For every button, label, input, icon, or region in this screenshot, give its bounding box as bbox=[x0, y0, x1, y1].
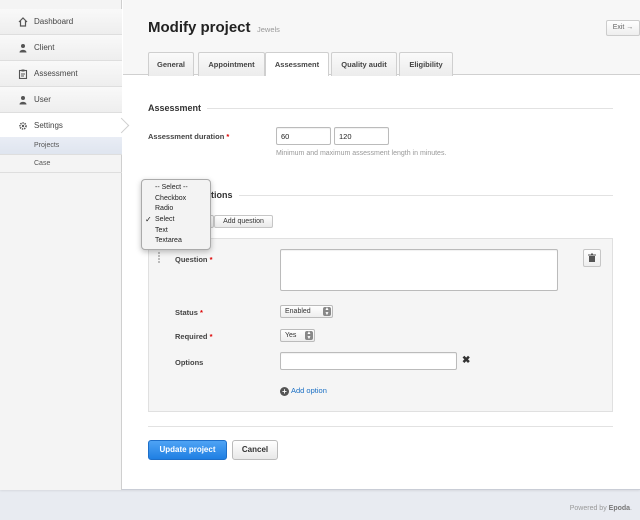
question-label: Question * bbox=[175, 255, 213, 264]
cancel-button[interactable]: Cancel bbox=[232, 440, 278, 460]
exit-button[interactable]: Exit → bbox=[606, 20, 640, 36]
required-marker: * bbox=[226, 132, 230, 141]
sidebar-item-user[interactable]: User bbox=[0, 87, 122, 113]
page-header: Modify project Jewels Exit → General App… bbox=[123, 0, 640, 76]
drag-handle-icon[interactable] bbox=[158, 252, 163, 266]
required-label: Required * bbox=[175, 332, 213, 341]
tab-appointment[interactable]: Appointment bbox=[198, 52, 265, 76]
sidebar-item-label: Client bbox=[34, 43, 55, 52]
required-select-value: Yes bbox=[285, 332, 297, 339]
sidebar-item-label: Dashboard bbox=[34, 17, 74, 26]
tab-general[interactable]: General bbox=[148, 52, 194, 76]
section-divider bbox=[148, 108, 613, 109]
duration-max-input[interactable]: 120 bbox=[334, 127, 389, 145]
page-title: Modify project bbox=[148, 19, 251, 36]
remove-option-icon[interactable]: ✖ bbox=[462, 355, 470, 366]
trash-icon bbox=[588, 253, 596, 262]
sidebar-item-dashboard[interactable]: Dashboard bbox=[0, 9, 122, 35]
required-marker: * bbox=[209, 332, 213, 341]
sidebar-item-label: Assessment bbox=[34, 69, 78, 78]
sidebar-subitem-case[interactable]: Case bbox=[0, 155, 122, 173]
dropdown-option[interactable]: Textarea bbox=[142, 236, 210, 247]
dropdown-option[interactable]: Text bbox=[142, 226, 210, 237]
option-input[interactable] bbox=[280, 352, 457, 370]
tab-assessment[interactable]: Assessment bbox=[265, 52, 329, 76]
section-title-questions: tions bbox=[211, 190, 239, 200]
update-project-button[interactable]: Update project bbox=[148, 440, 227, 460]
status-label: Status * bbox=[175, 308, 203, 317]
plus-icon: + bbox=[280, 387, 289, 396]
dropdown-option[interactable]: Radio bbox=[142, 204, 210, 215]
delete-question-button[interactable] bbox=[583, 249, 601, 267]
gear-icon bbox=[19, 122, 27, 130]
tab-quality-audit[interactable]: Quality audit bbox=[331, 52, 397, 76]
duration-min-input[interactable]: 60 bbox=[276, 127, 331, 145]
dropdown-option[interactable]: Checkbox bbox=[142, 194, 210, 205]
required-select[interactable]: Yes ▲ ▼ bbox=[280, 329, 315, 342]
user-icon bbox=[19, 96, 27, 105]
sidebar: Dashboard Client Assessment User Setting… bbox=[0, 0, 122, 490]
status-select-value: Enabled bbox=[285, 308, 311, 315]
footer-credit: Powered by Epoda. bbox=[569, 505, 632, 512]
sidebar-subitem-label: Case bbox=[34, 160, 51, 167]
select-arrows-icon: ▲ ▼ bbox=[305, 330, 313, 341]
required-marker: * bbox=[209, 255, 213, 264]
app-frame: Dashboard Client Assessment User Setting… bbox=[0, 0, 640, 490]
sidebar-item-label: User bbox=[34, 95, 51, 104]
assessment-duration-label: Assessment duration * bbox=[148, 132, 230, 141]
add-question-button[interactable]: Add question bbox=[214, 215, 273, 228]
footer-brand[interactable]: Epoda bbox=[609, 505, 630, 512]
question-textarea[interactable] bbox=[280, 249, 558, 291]
dropdown-option[interactable]: -- Select -- bbox=[142, 183, 210, 194]
add-option-link[interactable]: + Add option bbox=[280, 386, 327, 396]
sidebar-item-assessment[interactable]: Assessment bbox=[0, 61, 122, 87]
tab-eligibility[interactable]: Eligibility bbox=[399, 52, 453, 76]
home-icon bbox=[18, 17, 28, 27]
sidebar-subitem-projects[interactable]: Projects bbox=[0, 137, 122, 155]
question-type-dropdown: -- Select -- Checkbox Radio ✓ Select Text… bbox=[141, 179, 211, 250]
add-option-label: Add option bbox=[291, 386, 327, 395]
checkmark-icon: ✓ bbox=[145, 215, 152, 225]
duration-hint: Minimum and maximum assessment length in… bbox=[276, 150, 447, 157]
sidebar-item-client[interactable]: Client bbox=[0, 35, 122, 61]
sidebar-item-settings[interactable]: Settings bbox=[0, 113, 122, 139]
user-icon bbox=[19, 44, 27, 53]
clipboard-icon bbox=[18, 69, 28, 79]
dropdown-option-selected[interactable]: ✓ Select bbox=[142, 215, 210, 226]
sidebar-item-label: Settings bbox=[34, 121, 63, 130]
status-select[interactable]: Enabled ▲ ▼ bbox=[280, 305, 333, 318]
sidebar-subitem-label: Projects bbox=[34, 142, 60, 149]
options-label: Options bbox=[175, 358, 204, 367]
select-arrows-icon: ▲ ▼ bbox=[323, 306, 331, 317]
section-title-assessment: Assessment bbox=[148, 103, 208, 113]
required-marker: * bbox=[200, 308, 203, 317]
page-subtitle: Jewels bbox=[257, 25, 280, 34]
form-divider bbox=[148, 426, 613, 427]
